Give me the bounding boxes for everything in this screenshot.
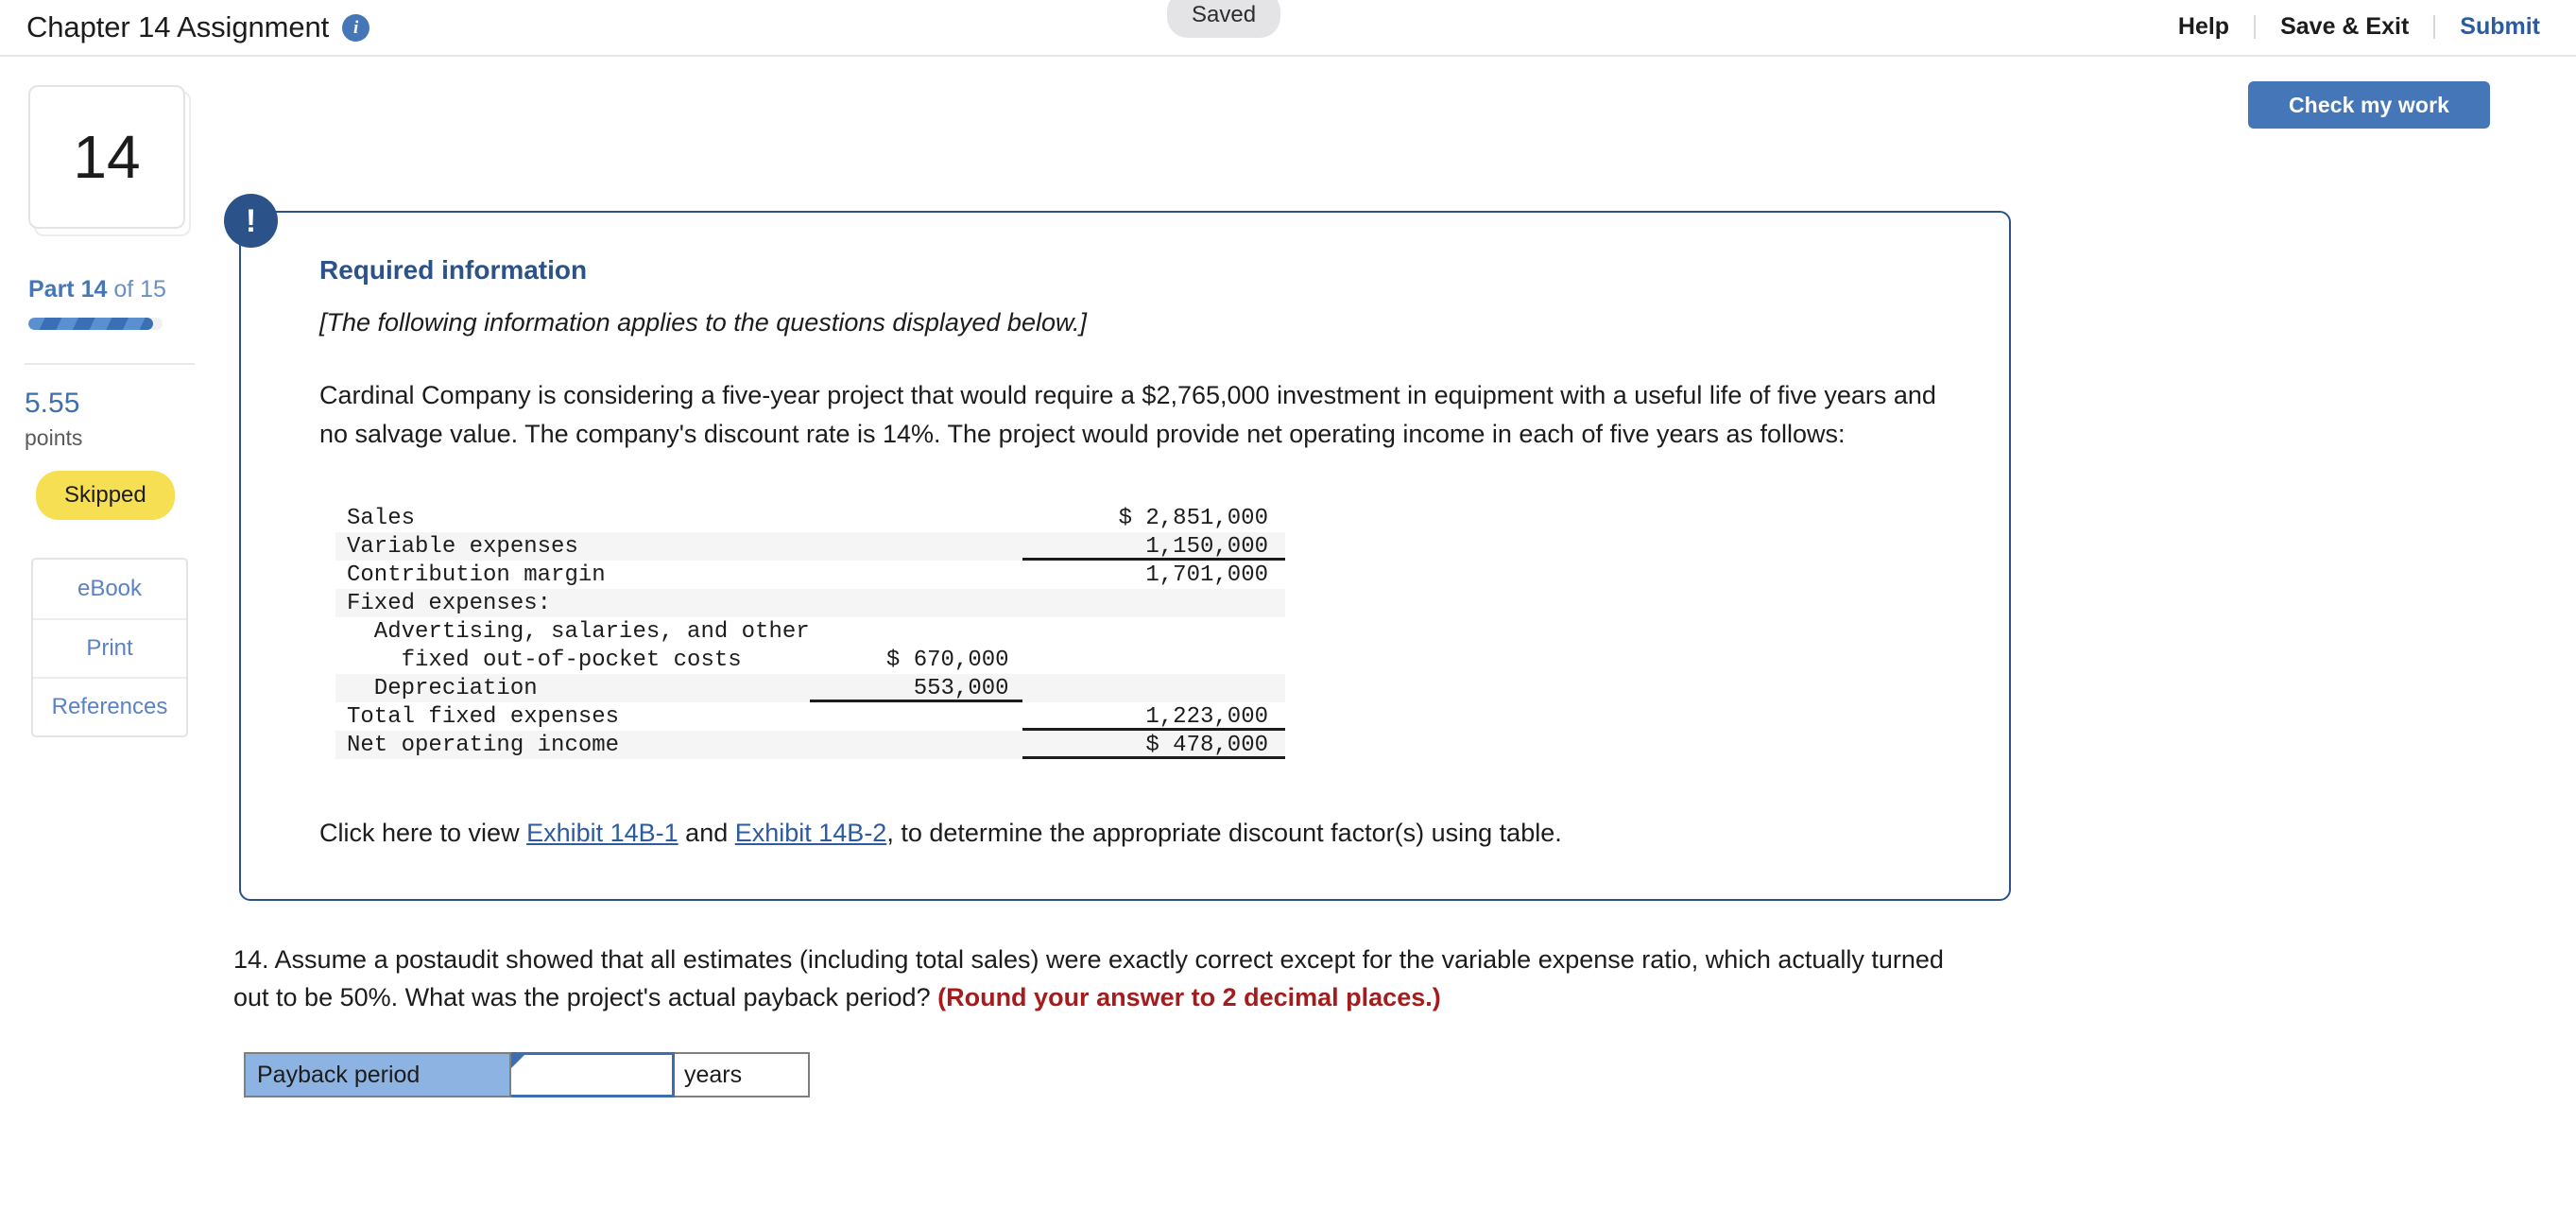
- table-row: Depreciation 553,000: [335, 674, 1285, 702]
- part-card-number: 14: [73, 123, 141, 191]
- part-suffix: of 15: [107, 276, 166, 302]
- row-value-subcolumn: [810, 617, 1022, 646]
- references-button[interactable]: References: [33, 677, 186, 735]
- row-value-subcolumn: $ 670,000: [885, 647, 1009, 673]
- part-card: 14: [28, 85, 185, 229]
- row-value-subcolumn: [810, 702, 1022, 731]
- table-row: Contribution margin 1,701,000: [335, 561, 1285, 589]
- part-progress-label: Part 14 of 15: [28, 276, 166, 303]
- part-prefix: Part: [28, 276, 81, 302]
- answer-label-cell: Payback period: [244, 1052, 511, 1097]
- help-link[interactable]: Help: [2154, 14, 2254, 39]
- row-label: Sales: [347, 505, 416, 531]
- exhibit-prefix-text: Click here to view: [319, 819, 527, 847]
- row-value-total: 1,150,000: [1022, 532, 1285, 561]
- row-value-total: 1,701,000: [1145, 562, 1268, 588]
- sidebar-divider: [25, 363, 195, 365]
- row-value-total: $ 2,851,000: [1118, 505, 1268, 531]
- required-information-title: Required information: [319, 255, 588, 285]
- row-label: fixed out-of-pocket costs: [347, 647, 742, 673]
- exhibit-links-line: Click here to view Exhibit 14B-1 and Exh…: [319, 819, 1562, 848]
- status-badge-skipped: Skipped: [36, 471, 175, 520]
- table-row: Sales $ 2,851,000: [335, 504, 1285, 532]
- question-text: 14. Assume a postaudit showed that all e…: [233, 942, 1944, 1016]
- row-value-subcolumn: [810, 561, 1022, 589]
- row-label: Net operating income: [335, 731, 810, 759]
- answer-input-cell[interactable]: [511, 1052, 675, 1097]
- required-information-subtitle: [The following information applies to th…: [319, 308, 1087, 337]
- header-title-group: Chapter 14 Assignment i: [26, 0, 370, 55]
- table-row: Net operating income $ 478,000: [335, 731, 1285, 759]
- table-row: fixed out-of-pocket costs $ 670,000: [335, 646, 1285, 674]
- header-actions: Help Save & Exit Submit: [2154, 0, 2553, 53]
- table-row: Fixed expenses:: [335, 589, 1285, 617]
- income-statement-body: Sales $ 2,851,000 Variable expenses 1,150,0…: [335, 504, 1285, 759]
- row-value-subcolumn: [809, 532, 1022, 561]
- progress-bar-fill: [28, 318, 154, 330]
- print-button[interactable]: Print: [33, 618, 186, 677]
- row-label: Fixed expenses:: [335, 589, 810, 617]
- sidebar-tool-buttons: eBook Print References: [31, 558, 188, 737]
- answer-row: Payback period years: [244, 1052, 810, 1097]
- check-my-work-button[interactable]: Check my work: [2248, 81, 2490, 129]
- row-value-total: $ 478,000: [1022, 731, 1285, 759]
- row-value-subcolumn: [809, 731, 1022, 759]
- row-label: Advertising, salaries, and other: [347, 618, 810, 645]
- row-label: Contribution margin: [347, 562, 606, 588]
- page-title: Chapter 14 Assignment: [26, 10, 330, 43]
- exclamation-icon: !: [224, 194, 278, 248]
- row-label: Total fixed expenses: [347, 703, 620, 730]
- points-label: points: [25, 425, 83, 450]
- part-card-stack: 14: [28, 85, 191, 236]
- points-value: 5.55: [25, 388, 80, 419]
- row-value-total: [1022, 589, 1285, 617]
- row-value-total: 1,223,000: [1022, 702, 1285, 731]
- row-label: Depreciation: [335, 674, 810, 702]
- income-statement-table: Sales $ 2,851,000 Variable expenses 1,150,0…: [335, 504, 1285, 759]
- part-number: 14: [80, 276, 108, 302]
- row-value-total: [1022, 674, 1285, 702]
- row-value-total: [1022, 617, 1285, 646]
- table-row: Variable expenses 1,150,000: [335, 532, 1285, 561]
- save-and-exit-link[interactable]: Save & Exit: [2254, 14, 2433, 39]
- table-row: Advertising, salaries, and other: [335, 617, 1285, 646]
- row-value-subcolumn: 553,000: [809, 674, 1022, 702]
- info-icon[interactable]: i: [342, 13, 370, 42]
- app-header: Chapter 14 Assignment i Saved Help Save …: [0, 0, 2576, 57]
- status-badge-saved: Saved: [1167, 0, 1281, 38]
- exhibit-14b-1-link[interactable]: Exhibit 14B-1: [526, 819, 678, 847]
- row-label: Variable expenses: [335, 532, 810, 561]
- scenario-paragraph: Cardinal Company is considering a five-y…: [319, 381, 1936, 448]
- payback-period-input[interactable]: [511, 1055, 672, 1095]
- progress-bar: [28, 318, 163, 330]
- row-value-subcolumn: [810, 504, 1022, 532]
- rounding-instruction: (Round your answer to 2 decimal places.): [937, 982, 1441, 1011]
- table-row: Total fixed expenses 1,223,000: [335, 702, 1285, 731]
- sidebar: 14 Part 14 of 15 5.55 points Skipped eBo…: [0, 57, 217, 1227]
- answer-unit-cell: years: [675, 1052, 810, 1097]
- exhibit-conjunction-text: and: [678, 819, 735, 847]
- exhibit-14b-2-link[interactable]: Exhibit 14B-2: [735, 819, 887, 847]
- ebook-button[interactable]: eBook: [33, 560, 186, 618]
- exhibit-suffix-text: , to determine the appropriate discount …: [886, 819, 1562, 847]
- row-value-total: [1022, 646, 1285, 674]
- row-value-subcolumn: [809, 589, 1022, 617]
- submit-link[interactable]: Submit: [2433, 14, 2553, 39]
